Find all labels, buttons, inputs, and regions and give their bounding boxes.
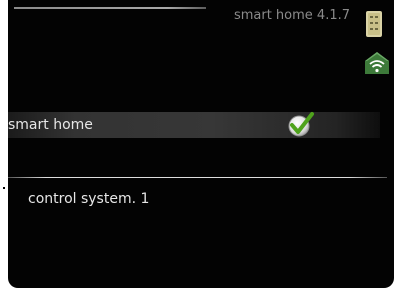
device-screen: smart home 4.1.7 smart home control syst [8, 0, 394, 288]
checkmark-icon[interactable] [287, 111, 315, 139]
menu-item-control-system[interactable]: control system. 1 [28, 191, 149, 207]
menu-item-label: smart home [8, 117, 93, 133]
header-divider [14, 7, 206, 9]
wifi-house-icon [365, 52, 389, 74]
page-title: smart home 4.1.7 [233, 8, 350, 23]
section-divider [8, 177, 387, 178]
edge-marker [3, 187, 5, 189]
menu-level-indicator-icon [366, 11, 382, 37]
